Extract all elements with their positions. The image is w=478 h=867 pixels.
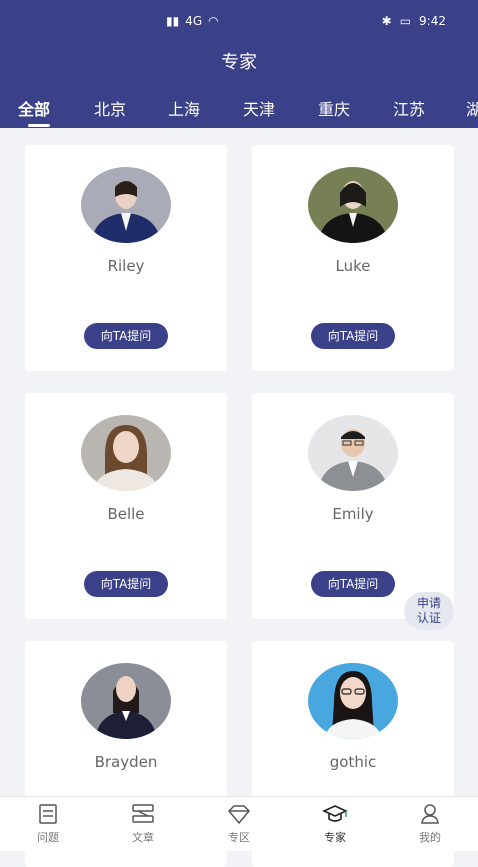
tab-shanghai[interactable]: 上海 — [168, 96, 200, 120]
status-bar: ▮▮ 4G ◠ ✱ ▭ 9:42 — [0, 14, 478, 34]
bluetooth-icon: ✱ — [381, 14, 392, 28]
ask-expert-button[interactable]: 向TA提问 — [84, 571, 168, 597]
status-time: 9:42 — [419, 14, 446, 28]
nav-articles-label: 文章 — [132, 831, 154, 844]
user-icon — [421, 804, 439, 824]
avatar — [308, 663, 398, 739]
ask-expert-button[interactable]: 向TA提问 — [311, 571, 395, 597]
tab-hu[interactable]: 湖 — [466, 96, 478, 120]
certify-label: 认证 — [416, 611, 441, 625]
expert-card[interactable]: Belle 向TA提问 — [25, 393, 227, 619]
signal-icon: ▮▮ — [166, 14, 180, 28]
nav-experts[interactable]: 专家 — [305, 803, 365, 845]
avatar — [81, 167, 171, 243]
avatar — [81, 663, 171, 739]
apply-certification-button[interactable]: 申请 认证 — [404, 592, 454, 630]
avatar — [308, 167, 398, 243]
page-title: 专家 — [221, 52, 257, 73]
tab-jiangsu[interactable]: 江苏 — [393, 96, 425, 120]
expert-name: Riley — [107, 257, 145, 275]
expert-name: gothic — [329, 753, 377, 771]
nav-zone-label: 专区 — [228, 831, 250, 844]
tab-beijing[interactable]: 北京 — [94, 96, 126, 120]
article-icon — [132, 804, 154, 823]
tab-tianjin[interactable]: 天津 — [243, 96, 275, 120]
network-label: 4G — [185, 14, 203, 28]
avatar — [81, 415, 171, 491]
nav-mine[interactable]: 我的 — [400, 803, 460, 845]
expert-name: Luke — [335, 257, 371, 275]
active-tab-indicator — [28, 124, 50, 127]
document-icon — [39, 804, 57, 824]
nav-zone[interactable]: 专区 — [209, 803, 269, 845]
nav-questions-label: 问题 — [37, 831, 59, 844]
avatar — [308, 415, 398, 491]
apply-label: 申请 — [416, 596, 441, 610]
battery-icon: ▭ — [399, 14, 412, 28]
nav-experts-label: 专家 — [324, 831, 346, 844]
expert-card[interactable]: Riley 向TA提问 — [25, 145, 227, 371]
expert-card[interactable]: Emily 向TA提问 — [252, 393, 454, 619]
graduation-cap-icon — [322, 805, 348, 822]
expert-name: Belle — [107, 505, 145, 523]
bottom-nav: 问题 文章 专区 专家 我的 — [0, 796, 478, 851]
app-header: ▮▮ 4G ◠ ✱ ▭ 9:42 专家 全部 北京 上海 天津 重庆 江苏 湖 — [0, 0, 478, 128]
ask-expert-button[interactable]: 向TA提问 — [84, 323, 168, 349]
nav-articles[interactable]: 文章 — [113, 803, 173, 845]
tab-chongqing[interactable]: 重庆 — [318, 96, 350, 120]
region-tabs: 全部 北京 上海 天津 重庆 江苏 湖 — [0, 96, 478, 128]
tab-all[interactable]: 全部 — [18, 96, 50, 120]
nav-mine-label: 我的 — [419, 831, 441, 844]
expert-name: Brayden — [94, 753, 158, 771]
wifi-icon: ◠ — [208, 14, 219, 28]
nav-questions[interactable]: 问题 — [18, 803, 78, 845]
ask-expert-button[interactable]: 向TA提问 — [311, 323, 395, 349]
diamond-icon — [227, 805, 251, 825]
expert-card[interactable]: Luke 向TA提问 — [252, 145, 454, 371]
expert-name: Emily — [332, 505, 374, 523]
